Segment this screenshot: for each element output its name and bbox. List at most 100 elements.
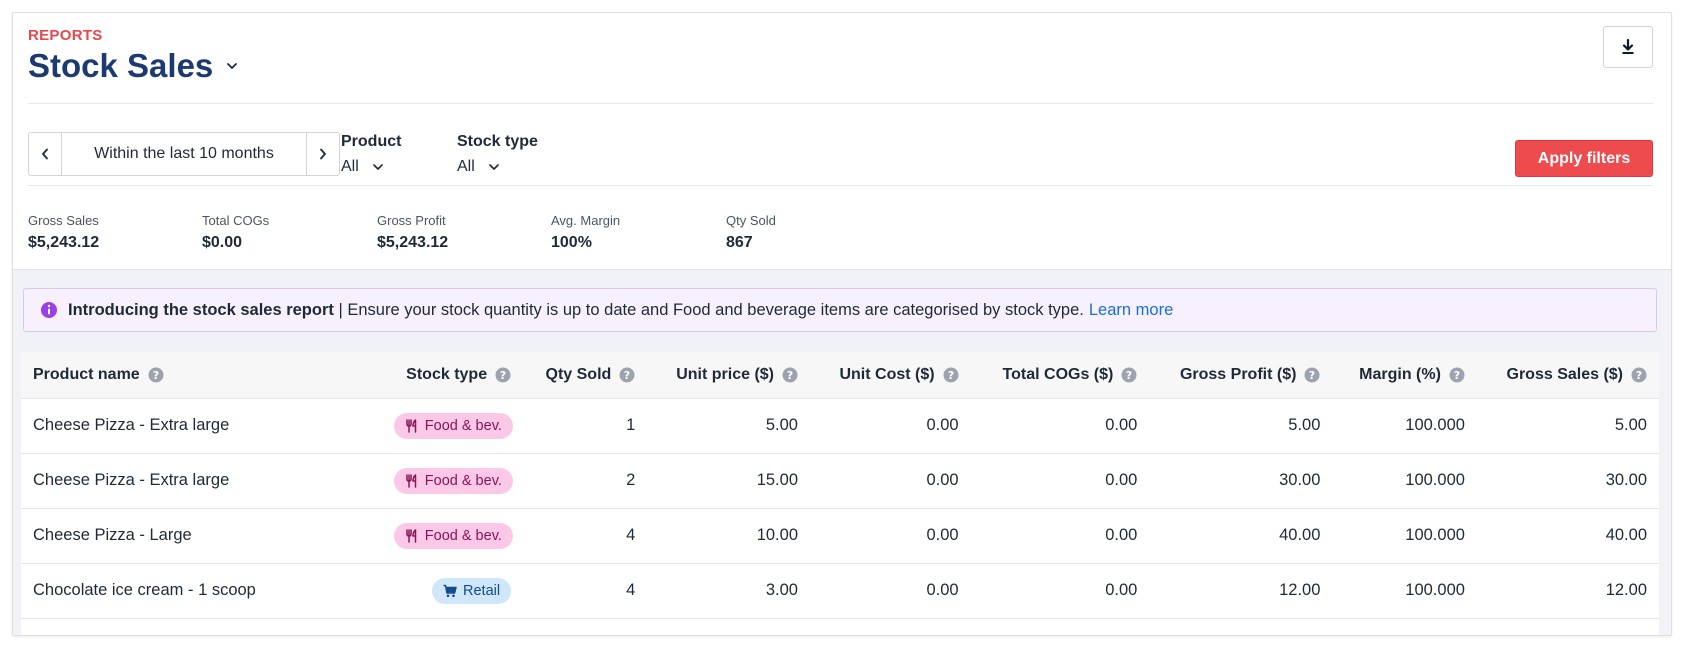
report-header: REPORTS Stock Sales Within the last 10 m…: [13, 13, 1671, 269]
cell-product-name: Cheese Pizza - Large: [33, 526, 192, 544]
cell-qty-sold: 4: [626, 581, 636, 599]
product-filter: Product All: [341, 133, 401, 176]
stat-gross-sales: Gross Sales $5,243.12: [28, 213, 99, 252]
help-circle-icon[interactable]: ?: [1304, 367, 1320, 383]
help-circle-icon[interactable]: ?: [148, 367, 164, 383]
chevron-down-icon: [227, 63, 238, 69]
cell-qty-sold: 2: [626, 471, 636, 489]
report-switcher[interactable]: Stock Sales: [28, 47, 238, 85]
cell-gross-sales: 5.00: [1614, 416, 1647, 434]
svg-text:?: ?: [500, 369, 506, 382]
stock-sales-table: Product name? Stock type? Qty Sold? Unit…: [21, 352, 1659, 635]
stock-type-filter-select[interactable]: All: [457, 158, 538, 176]
cell-product-name: Cheese Pizza - Extra large: [33, 416, 230, 434]
cell-total-cogs: 0.00: [1105, 581, 1138, 599]
column-header-qty-sold[interactable]: Qty Sold?: [523, 352, 648, 399]
stock-type-badge: Retail: [432, 577, 512, 604]
cell-gross-profit: 30.00: [1279, 471, 1321, 489]
cell-margin: 100.000: [1405, 526, 1465, 544]
help-circle-icon[interactable]: ?: [943, 367, 959, 383]
product-filter-value: All: [341, 158, 359, 175]
cell-qty-sold: 1: [626, 416, 636, 434]
svg-text:?: ?: [1309, 369, 1315, 382]
stock-type-label: Retail: [463, 582, 501, 599]
stock-type-label: Food & bev.: [424, 417, 502, 434]
cell-stock-type: Food & bev.: [382, 398, 523, 453]
cell-total-cogs: 0.00: [1105, 416, 1138, 434]
cell-total-cogs: 0.00: [1105, 471, 1138, 489]
column-header-label: Unit Cost ($): [839, 365, 935, 383]
apply-filters-button[interactable]: Apply filters: [1515, 140, 1653, 177]
column-header-label: Stock type: [406, 365, 488, 383]
svg-text:?: ?: [787, 369, 793, 382]
stat-qty-sold: Qty Sold 867: [726, 213, 776, 252]
column-header-gross-sales[interactable]: Gross Sales ($)?: [1476, 352, 1659, 399]
help-circle-icon[interactable]: ?: [1631, 367, 1647, 383]
stat-value: $5,243.12: [28, 234, 100, 251]
chevron-left-icon: [42, 148, 48, 160]
download-button[interactable]: [1603, 26, 1653, 68]
help-circle-icon[interactable]: ?: [1449, 367, 1465, 383]
column-header-stock-type[interactable]: Stock type?: [381, 352, 524, 399]
next-period-button[interactable]: [306, 133, 339, 175]
cell-gross-sales: 12.00: [1605, 581, 1647, 599]
section-eyebrow: REPORTS: [28, 27, 103, 44]
cell-unit-price: 15.00: [756, 471, 798, 489]
cell-unit-cost: 0.00: [926, 581, 959, 599]
stock-type-label: Food & bev.: [424, 472, 502, 489]
info-icon: [41, 302, 57, 318]
cell-unit-price: 10.00: [756, 526, 798, 544]
cell-stock-type: Food & bev.: [382, 453, 523, 508]
table-row[interactable]: Chocolate ice cream - 1 scoop Retail 4 3…: [21, 563, 1659, 618]
utensils-icon: [406, 528, 417, 543]
cell-margin: 100.000: [1405, 416, 1465, 434]
help-circle-icon[interactable]: ?: [495, 367, 511, 383]
column-header-total-cogs[interactable]: Total COGs ($)?: [970, 352, 1150, 399]
column-header-gross-profit[interactable]: Gross Profit ($)?: [1149, 352, 1333, 399]
column-header-label: Margin (%): [1359, 365, 1441, 383]
table-row[interactable]: Cheese Pizza - Extra large Food & bev. 1…: [21, 398, 1659, 453]
learn-more-link[interactable]: Learn more: [1089, 301, 1173, 320]
previous-period-button[interactable]: [29, 133, 62, 175]
date-range-navigator: Within the last 10 months: [28, 132, 340, 176]
utensils-icon: [406, 418, 417, 433]
column-header-margin[interactable]: Margin (%)?: [1332, 352, 1477, 399]
chevron-down-icon: [372, 164, 383, 170]
stat-label: Gross Profit: [377, 213, 446, 228]
column-header-label: Product name: [33, 365, 140, 383]
svg-text:?: ?: [1126, 369, 1132, 382]
banner-title: Introducing the stock sales report: [68, 300, 334, 319]
help-circle-icon[interactable]: ?: [619, 367, 635, 383]
cell-unit-cost: 0.00: [926, 471, 959, 489]
report-card: REPORTS Stock Sales Within the last 10 m…: [12, 12, 1672, 636]
utensils-icon: [406, 473, 417, 488]
column-header-product-name[interactable]: Product name?: [21, 352, 382, 399]
date-range-picker[interactable]: Within the last 10 months: [62, 133, 306, 175]
product-filter-select[interactable]: All: [341, 158, 401, 176]
column-header-label: Gross Sales ($): [1506, 365, 1624, 383]
filters-divider: [28, 185, 1653, 186]
help-circle-icon[interactable]: ?: [1121, 367, 1137, 383]
table-row[interactable]: Cheese Pizza - Extra large Food & bev. 2…: [21, 453, 1659, 508]
svg-text:?: ?: [152, 369, 158, 382]
svg-text:?: ?: [1454, 369, 1460, 382]
cell-unit-price: 3.00: [765, 581, 798, 599]
info-banner: Introducing the stock sales report | Ens…: [23, 288, 1657, 332]
stat-value: $5,243.12: [377, 234, 449, 251]
chevron-down-icon: [488, 164, 499, 170]
stock-type-filter-label: Stock type: [457, 133, 538, 150]
column-header-unit-cost[interactable]: Unit Cost ($)?: [810, 352, 971, 399]
stat-label: Avg. Margin: [551, 213, 621, 228]
cell-gross-profit: 40.00: [1279, 526, 1321, 544]
report-body: Introducing the stock sales report | Ens…: [13, 269, 1671, 635]
cell-stock-type: Retail: [382, 563, 523, 618]
column-header-unit-price[interactable]: Unit price ($)?: [647, 352, 810, 399]
stat-label: Total COGs: [202, 213, 270, 228]
help-circle-icon[interactable]: ?: [782, 367, 798, 383]
cell-margin: 100.000: [1405, 581, 1465, 599]
cell-stock-type: Food & bev.: [382, 508, 523, 563]
stat-value: $0.00: [202, 234, 243, 251]
page-title: Stock Sales: [28, 47, 214, 84]
stat-avg-margin: Avg. Margin 100%: [551, 213, 620, 252]
table-row[interactable]: Cheese Pizza - Large Food & bev. 4 10.00…: [21, 508, 1659, 563]
